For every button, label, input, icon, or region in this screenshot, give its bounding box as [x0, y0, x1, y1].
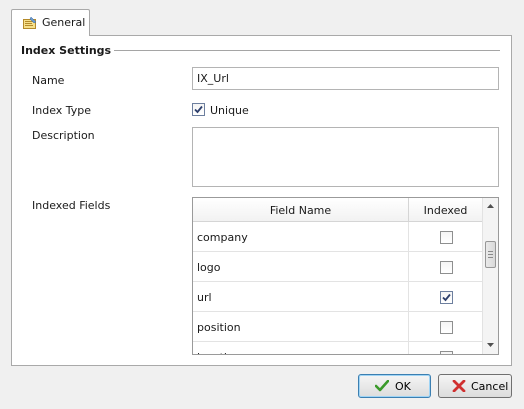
- field-name-cell: position: [197, 321, 241, 334]
- field-name-cell: url: [197, 291, 212, 304]
- indexed-fields-label: Indexed Fields: [32, 199, 111, 212]
- scrollbar-thumb[interactable]: [485, 241, 496, 268]
- table-row[interactable]: url: [193, 282, 482, 312]
- field-name-cell: location: [197, 351, 241, 354]
- checkmark-icon: [442, 293, 451, 302]
- name-field[interactable]: IX_Url: [192, 67, 499, 90]
- grid-scrollbar[interactable]: [482, 198, 498, 354]
- cancel-button[interactable]: Cancel: [438, 374, 512, 398]
- table-row[interactable]: position: [193, 312, 482, 342]
- indexed-checkbox[interactable]: [440, 261, 453, 274]
- section-title: Index Settings: [21, 44, 112, 57]
- ok-button[interactable]: OK: [358, 374, 431, 398]
- description-field[interactable]: [192, 127, 499, 187]
- tab-general[interactable]: General: [11, 9, 90, 36]
- unique-label[interactable]: Unique: [210, 104, 249, 117]
- indexed-checkbox[interactable]: [440, 291, 453, 304]
- table-row[interactable]: location: [193, 342, 482, 354]
- table-row[interactable]: company: [193, 222, 482, 252]
- index-type-label: Index Type: [32, 104, 92, 117]
- checkmark-icon: [194, 105, 203, 114]
- close-icon: [452, 379, 466, 393]
- unique-checkbox[interactable]: [192, 103, 205, 116]
- tab-general-label: General: [42, 16, 86, 29]
- grid-header: Field Name Indexed: [193, 198, 482, 222]
- description-label: Description: [32, 129, 95, 142]
- indexed-fields-grid: Field Name Indexed company logo url posi…: [192, 197, 499, 355]
- section-divider: [114, 50, 500, 52]
- field-name-cell: company: [197, 231, 248, 244]
- column-header-indexed[interactable]: Indexed: [409, 198, 482, 221]
- scroll-down-icon[interactable]: [487, 343, 494, 347]
- checkmark-icon: [374, 379, 390, 392]
- properties-icon: [23, 16, 37, 29]
- name-label: Name: [32, 74, 65, 87]
- column-header-field-name[interactable]: Field Name: [193, 198, 409, 221]
- indexed-checkbox[interactable]: [440, 231, 453, 244]
- scroll-up-icon[interactable]: [487, 204, 494, 208]
- cancel-button-label: Cancel: [471, 380, 509, 393]
- ok-button-label: OK: [395, 380, 411, 393]
- indexed-checkbox[interactable]: [440, 351, 453, 354]
- field-name-cell: logo: [197, 261, 221, 274]
- table-row[interactable]: logo: [193, 252, 482, 282]
- grid-body: company logo url position location: [193, 222, 482, 354]
- indexed-checkbox[interactable]: [440, 321, 453, 334]
